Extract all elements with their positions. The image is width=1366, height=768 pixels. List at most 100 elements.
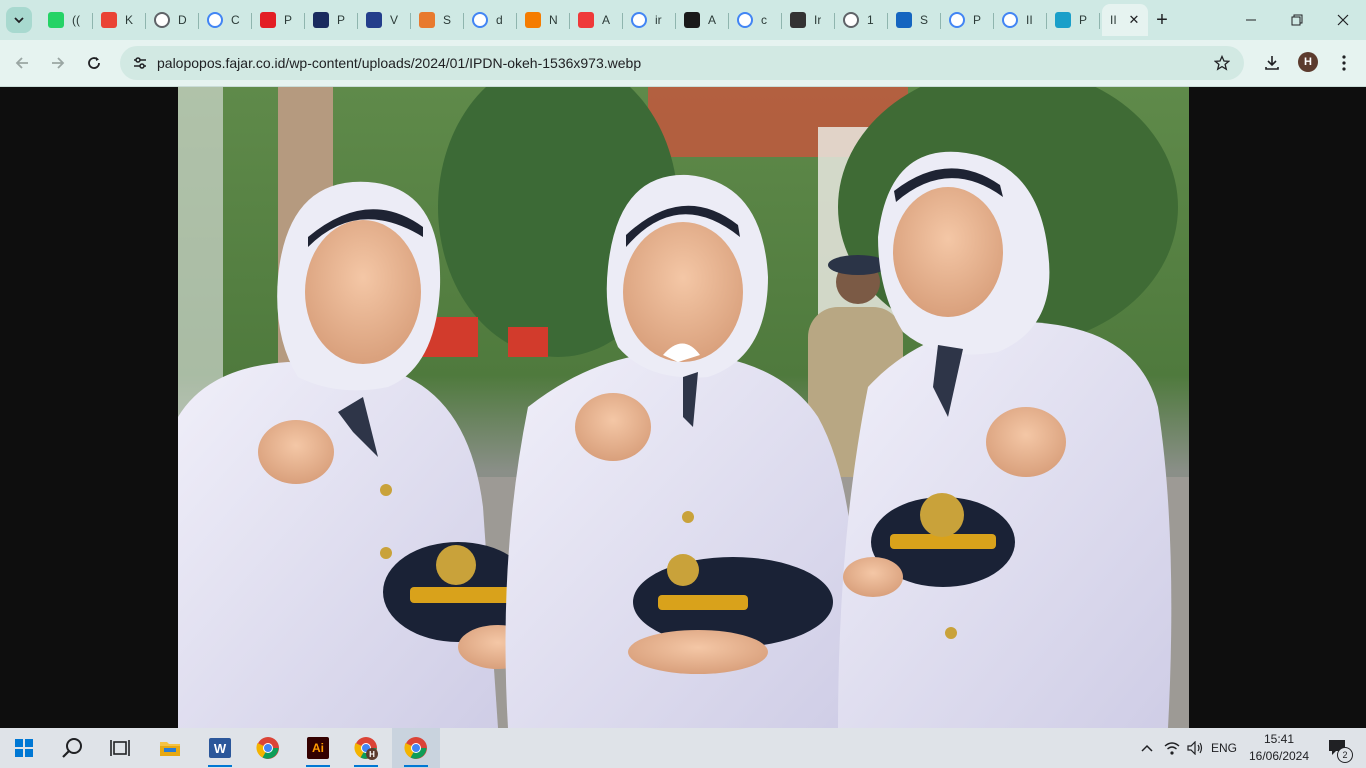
notification-center-button[interactable]: 2 [1320,728,1356,768]
minimize-icon [1246,19,1256,21]
tab-title: P [1079,13,1088,27]
arrow-right-icon [52,57,65,69]
downloads-button[interactable] [1258,49,1286,77]
site-info-button[interactable] [128,51,152,75]
tab-title: A [602,13,611,27]
new-tab-button[interactable]: + [1150,8,1174,32]
file-explorer-button[interactable] [146,728,194,768]
browser-tab[interactable]: 1 [835,4,888,36]
chrome-profile-button[interactable]: H [342,728,390,768]
svg-text:H: H [369,750,375,759]
browser-tab[interactable]: ir [623,4,676,36]
url-text[interactable]: palopopos.fajar.co.id/wp-content/uploads… [157,55,641,71]
tab-title: ir [655,13,662,27]
reload-button[interactable] [80,49,108,77]
browser-tab[interactable]: P [252,4,305,36]
tab-title: Ir [814,13,822,27]
forward-button[interactable] [44,49,72,77]
tab-title: d [496,13,503,27]
browser-toolbar: palopopos.fajar.co.id/wp-content/uploads… [0,40,1366,87]
close-window-button[interactable] [1320,0,1366,40]
tab-title: P [973,13,982,27]
word-button[interactable]: W [196,728,244,768]
tab-title: II [1026,13,1033,27]
plus-icon: + [1156,8,1168,31]
notification-count-badge: 2 [1337,747,1353,763]
show-hidden-icons-button[interactable] [1136,728,1158,768]
profile-avatar[interactable]: H [1298,52,1318,72]
k-logo-icon [313,12,329,28]
search-button[interactable] [48,728,96,768]
browser-tab[interactable]: A [676,4,729,36]
browser-tab[interactable]: Ir [782,4,835,36]
google-icon [1002,12,1018,28]
ko-logo-icon [684,12,700,28]
star-icon [1214,55,1230,71]
v-logo-icon [366,12,382,28]
tab-title: II [1110,13,1117,27]
illustrator-icon: Ai [307,737,329,759]
speaker-icon [1187,741,1203,755]
active-browser-tab[interactable]: II ✕ [1102,4,1148,36]
chrome-profile-icon: H [354,737,378,760]
tab-title: V [390,13,399,27]
browser-tab[interactable]: A [570,4,623,36]
page-viewport [0,87,1366,728]
s-logo-icon [419,12,435,28]
system-clock[interactable]: 15:41 16/06/2024 [1248,731,1310,765]
language-indicator[interactable]: ENG [1208,728,1240,768]
bookmark-button[interactable] [1212,53,1232,73]
tab-title: P [337,13,346,27]
browser-tab[interactable]: N [517,4,570,36]
wifi-icon [1164,742,1180,755]
close-tab-button[interactable]: ✕ [1126,12,1142,28]
browser-tab[interactable]: P [941,4,994,36]
tab-title: (( [72,13,80,27]
browser-tab[interactable]: K [93,4,146,36]
displayed-photo [178,87,1189,728]
browser-tab[interactable]: S [411,4,464,36]
browser-tab[interactable]: II [994,4,1047,36]
tune-icon [134,57,146,69]
task-view-button[interactable] [96,728,144,768]
browser-tab[interactable]: (( [40,4,93,36]
vivaldi-icon [578,12,594,28]
illustrator-button[interactable]: Ai [294,728,342,768]
browser-tab[interactable]: D [146,4,199,36]
address-bar[interactable]: palopopos.fajar.co.id/wp-content/uploads… [120,46,1244,80]
running-indicator [354,765,378,767]
browser-tab[interactable]: c [729,4,782,36]
browser-tab[interactable]: d [464,4,517,36]
clock-time: 15:41 [1263,732,1295,746]
chrome-button[interactable] [244,728,292,768]
browser-tab[interactable]: V [358,4,411,36]
network-button[interactable] [1160,728,1184,768]
browser-tab[interactable]: P [305,4,358,36]
back-button[interactable] [8,49,36,77]
globe-icon [843,12,859,28]
folder-icon [160,742,180,756]
chrome-active-button[interactable] [392,728,440,768]
whatsapp-icon [48,12,64,28]
browser-tab[interactable]: S [888,4,941,36]
tab-search-button[interactable] [6,7,32,33]
clock-date: 16/06/2024 [1248,749,1310,763]
photo-illustration [178,87,1189,728]
minimize-button[interactable] [1228,0,1274,40]
search-icon [62,738,82,758]
browser-tab[interactable]: C [199,4,252,36]
menu-button[interactable] [1330,49,1358,77]
arrow-left-icon [15,57,28,69]
running-indicator [208,765,232,767]
chevron-down-icon [14,17,24,24]
running-indicator [306,765,330,767]
start-button[interactable] [0,728,48,768]
browser-tab[interactable]: P [1047,4,1100,36]
restore-button[interactable] [1274,0,1320,40]
google-icon [737,12,753,28]
tab-title: A [708,13,717,27]
google-icon [949,12,965,28]
chevron-up-icon [1141,744,1153,752]
word-icon: W [209,738,231,758]
volume-button[interactable] [1184,728,1206,768]
